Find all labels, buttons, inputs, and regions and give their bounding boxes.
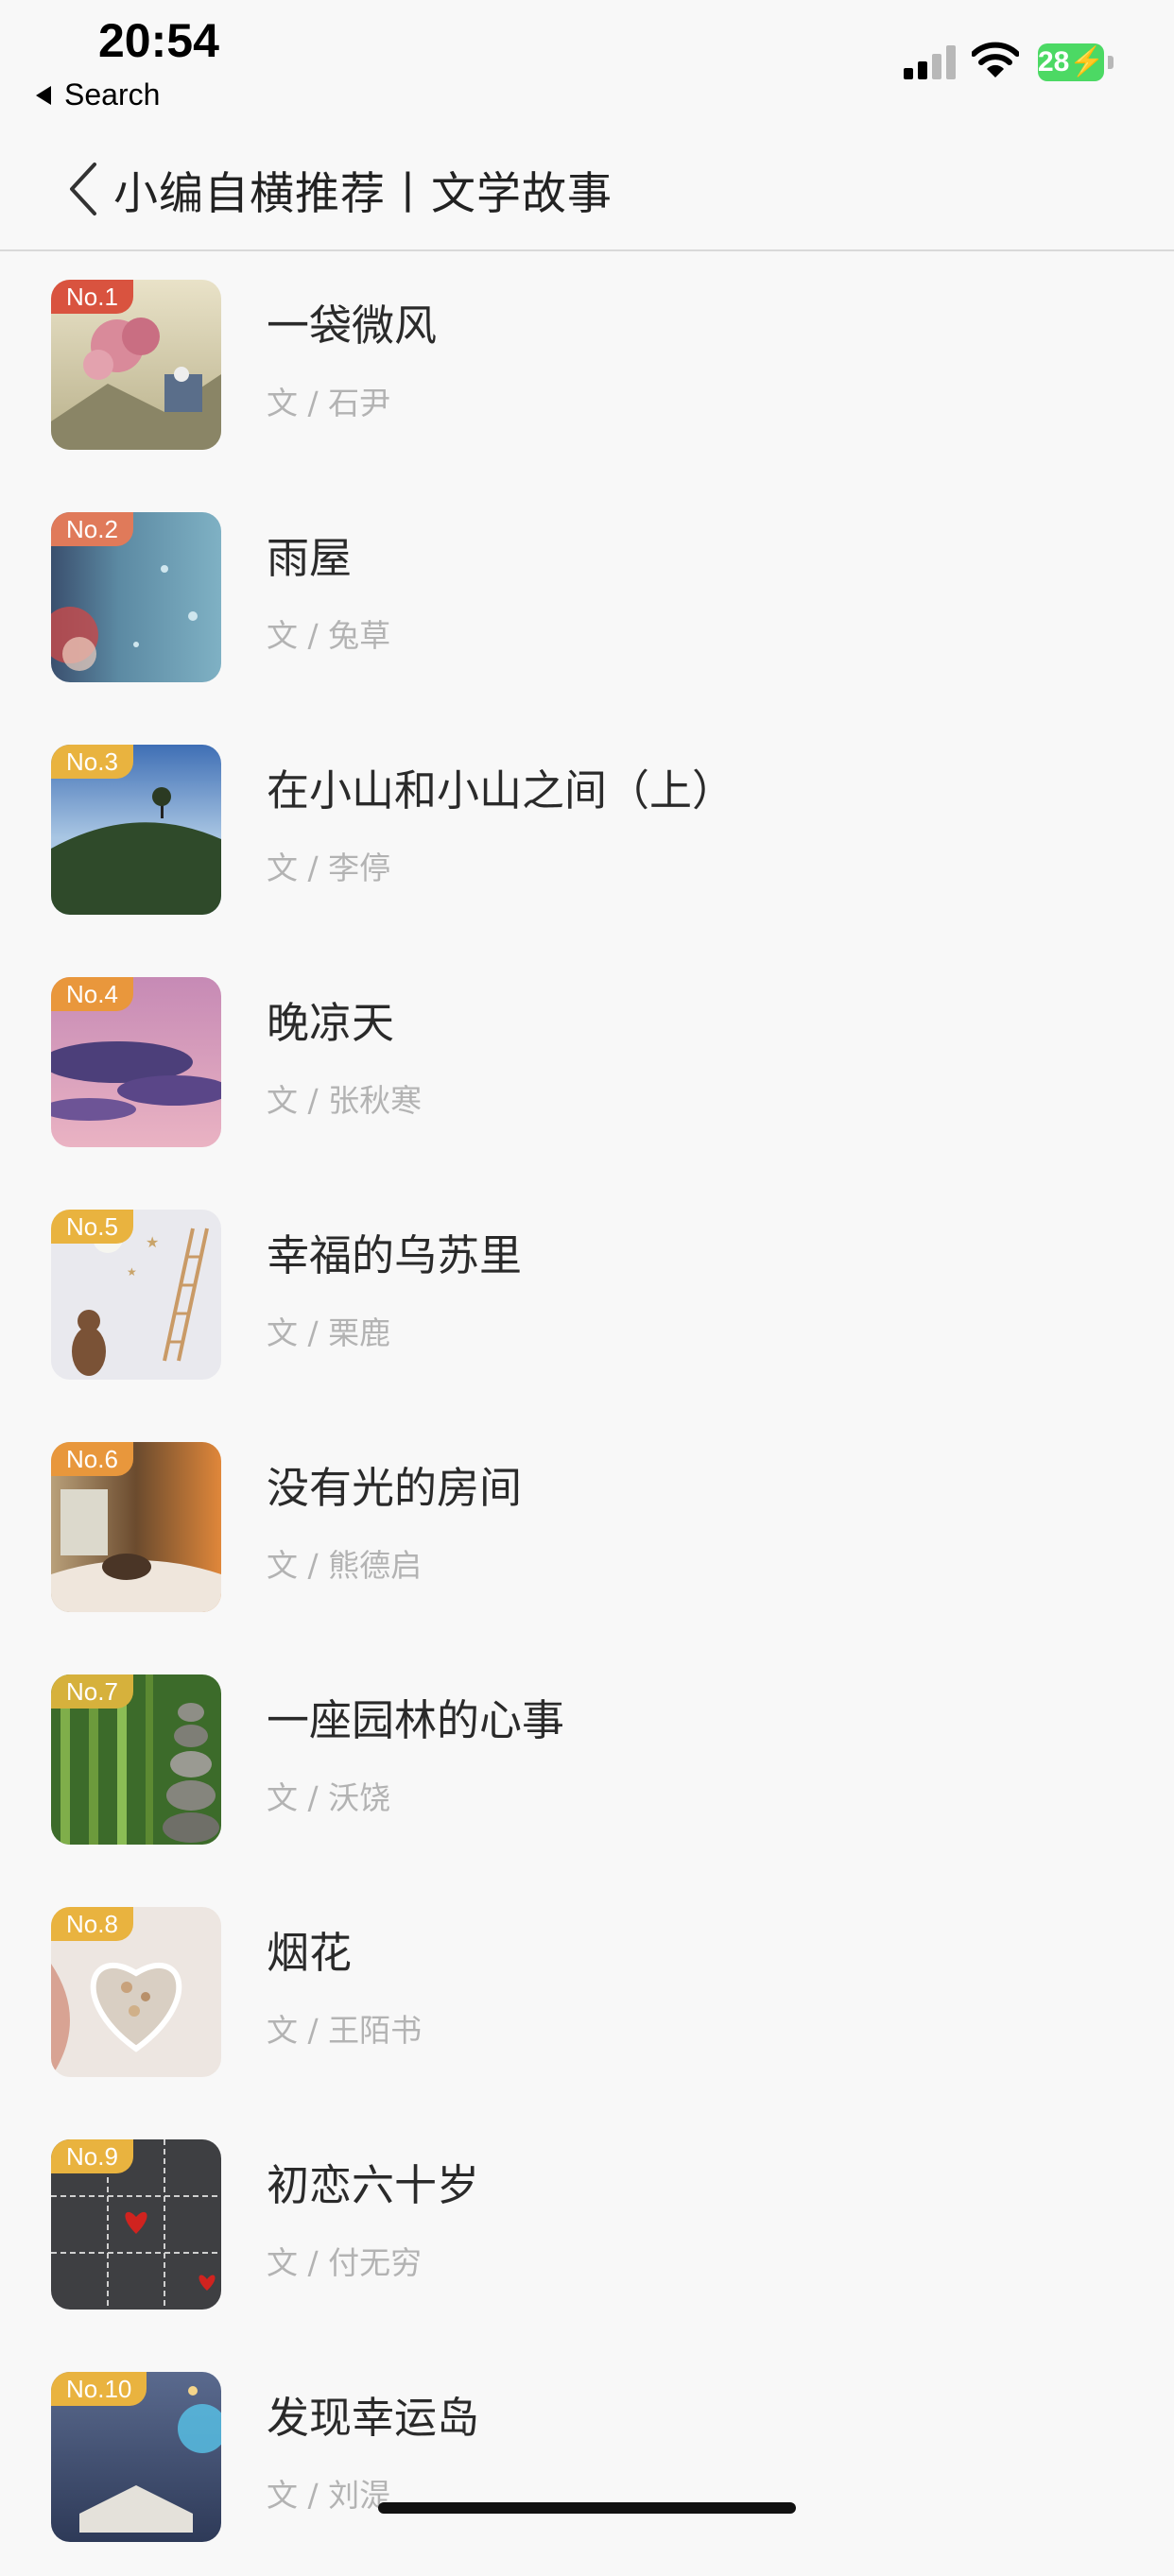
article-title: 烟花 (267, 1928, 353, 1978)
article-title: 雨屋 (267, 533, 353, 583)
list-item[interactable]: No.10 发现幸运岛 文 / 刘湜 (0, 2344, 1174, 2576)
article-title: 一袋微风 (267, 301, 438, 351)
list-item[interactable]: No.8 烟花 文 / 王陌书 (0, 1879, 1174, 2111)
back-to-app-button[interactable]: Search (36, 77, 160, 112)
chevron-left-icon[interactable] (66, 161, 104, 217)
article-title: 初恋六十岁 (267, 2160, 480, 2210)
svg-text:★: ★ (127, 1265, 137, 1279)
list-item[interactable]: No.4 晚凉天 文 / 张秋寒 (0, 949, 1174, 1181)
rank-badge: No.1 (51, 280, 133, 314)
article-author: 文 / 沃饶 (267, 1779, 391, 1816)
article-author: 文 / 兔草 (267, 617, 391, 654)
rank-badge: No.5 (51, 1210, 133, 1244)
wifi-icon (972, 42, 1019, 77)
article-author: 文 / 刘湜 (267, 2477, 391, 2514)
back-triangle-icon (36, 85, 51, 105)
article-author: 文 / 熊德启 (267, 1547, 423, 1584)
rank-badge: No.2 (51, 512, 133, 546)
rank-badge: No.10 (51, 2372, 147, 2406)
article-title: 没有光的房间 (267, 1463, 523, 1513)
navigation-bar: 小编自横推荐丨文学故事 (0, 123, 1174, 251)
list-item[interactable]: No.7 一座园林的心事 文 / 沃饶 (0, 1646, 1174, 1879)
article-title: 在小山和小山之间（上） (267, 765, 735, 816)
article-author: 文 / 王陌书 (267, 2012, 423, 2049)
list-item[interactable]: ★ ★ No.5 幸福的乌苏里 文 / 栗鹿 (0, 1181, 1174, 1414)
article-title: 发现幸运岛 (267, 2393, 480, 2443)
rank-badge: No.6 (51, 1442, 133, 1476)
list-item[interactable]: No.6 没有光的房间 文 / 熊德启 (0, 1414, 1174, 1646)
article-title: 晚凉天 (267, 998, 395, 1048)
rank-badge: No.4 (51, 977, 133, 1011)
status-bar: 20:54 Search 28⚡ (0, 0, 1174, 123)
list-item[interactable]: No.3 在小山和小山之间（上） 文 / 李停 (0, 716, 1174, 949)
status-time: 20:54 (98, 14, 219, 67)
list-item[interactable]: No.9 初恋六十岁 文 / 付无穷 (0, 2111, 1174, 2344)
article-author: 文 / 李停 (267, 850, 391, 886)
back-to-app-label: Search (64, 77, 161, 112)
battery-level: 28 (1038, 46, 1070, 77)
rank-badge: No.7 (51, 1674, 133, 1709)
article-author: 文 / 石尹 (267, 385, 391, 421)
rank-badge: No.3 (51, 745, 133, 779)
article-author: 文 / 栗鹿 (267, 1314, 391, 1351)
article-author: 文 / 付无穷 (267, 2244, 423, 2281)
list-item[interactable]: No.2 雨屋 文 / 兔草 (0, 484, 1174, 716)
rank-badge: No.8 (51, 1907, 133, 1941)
article-list: No.1 一袋微风 文 / 石尹 No.2 雨屋 文 / 兔草 No.3 在小山… (0, 251, 1174, 2576)
home-indicator[interactable] (378, 2502, 796, 2514)
article-author: 文 / 张秋寒 (267, 1082, 423, 1119)
article-title: 幸福的乌苏里 (267, 1230, 523, 1280)
list-item[interactable]: No.1 一袋微风 文 / 石尹 (0, 251, 1174, 484)
article-title: 一座园林的心事 (267, 1695, 565, 1745)
rank-badge: No.9 (51, 2139, 133, 2173)
svg-text:★: ★ (146, 1233, 159, 1251)
page-title: 小编自横推荐丨文学故事 (113, 168, 613, 220)
battery-charging-icon: 28⚡ (1038, 43, 1114, 81)
signal-icon (904, 45, 956, 79)
